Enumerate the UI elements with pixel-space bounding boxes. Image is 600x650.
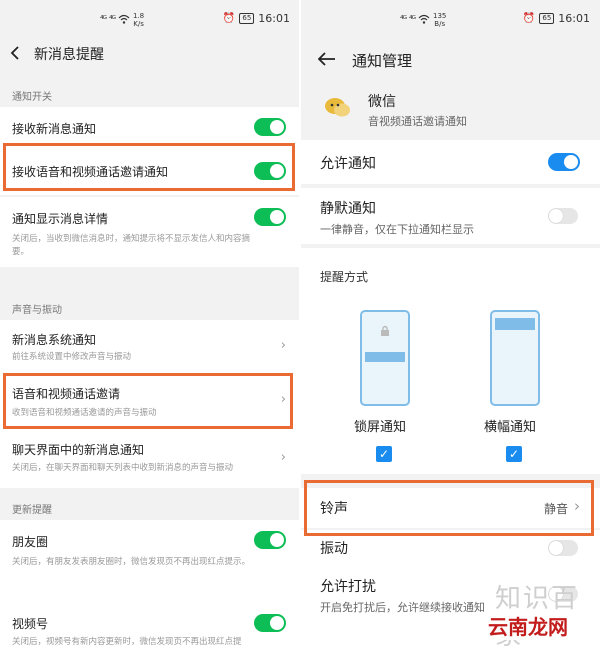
banner-label: 横幅通知	[484, 420, 537, 435]
chevron-right-icon: ›	[280, 338, 286, 353]
back-arrow-icon[interactable]	[10, 44, 30, 65]
update-card: 朋友圈 关闭后，有朋友发表朋友圈时，微信发现页不再出现红点提示。 视频号 关闭后…	[0, 520, 300, 650]
ringtone-value: 静音	[543, 502, 568, 516]
signal-icon: ⁴ᴳ	[400, 15, 407, 25]
app-bar: 通知管理	[300, 44, 600, 76]
alarm-icon: ⏰	[522, 13, 536, 24]
detail-card: 通知显示消息详情 关闭后，当收到微信消息时，通知提示将不显示发信人和内容摘要。	[0, 197, 300, 267]
row-allow-notify[interactable]: 允许通知	[300, 140, 600, 184]
net-speed: 135 B/s	[433, 12, 447, 28]
wifi-icon	[418, 14, 430, 27]
chevron-right-icon: ›	[574, 497, 580, 515]
net-speed: 1.8 K/s	[133, 12, 145, 28]
checkbox-banner[interactable]: ✓	[506, 446, 522, 462]
wifi-icon	[118, 14, 130, 27]
row-show-details[interactable]: 通知显示消息详情 关闭后，当收到微信消息时，通知提示将不显示发信人和内容摘要。	[0, 197, 300, 267]
status-bar: ⁴ᴳ ⁴ᴳ 1.8 K/s ⏰ 65 16:01	[0, 0, 300, 30]
row-voice-video-invite[interactable]: 语音和视频通话邀请 收到语音和视频通话邀请的声音与振动 ›	[0, 374, 300, 428]
alarm-icon: ⏰	[222, 13, 236, 24]
row-channels[interactable]: 视频号 关闭后，视频号有新内容更新时，微信发现页不再出现红点提	[0, 606, 300, 650]
chevron-right-icon: ›	[280, 392, 286, 407]
section-label-notify: 通知开关	[12, 92, 52, 103]
section-label-update: 更新提醒	[12, 505, 52, 516]
row-receive-messages[interactable]: 接收新消息通知	[0, 107, 300, 147]
toggle-receive-messages[interactable]	[254, 118, 286, 136]
wechat-logo-icon	[324, 96, 352, 124]
row-system-notify[interactable]: 新消息系统通知 前往系统设置中修改声音与振动 ›	[0, 320, 300, 370]
remind-label: 提醒方式	[320, 270, 369, 284]
checkbox-lock-screen[interactable]: ✓	[376, 446, 392, 462]
toggle-channels[interactable]	[254, 614, 286, 632]
row-chat-notify[interactable]: 聊天界面中的新消息通知 关闭后，在聊天界面和聊天列表中收到新消息的声音与振动 ›	[0, 432, 300, 486]
row-moments[interactable]: 朋友圈 关闭后，有朋友发表朋友圈时，微信发现页不再出现红点提示。	[0, 520, 300, 588]
toggle-silent-notify[interactable]	[548, 208, 578, 224]
row-ringtone[interactable]: 铃声 静音 ›	[300, 488, 600, 528]
app-info: 微信 音视频通话邀请通知	[300, 82, 600, 136]
page-title: 通知管理	[352, 51, 413, 70]
signal-icon: ⁴ᴳ	[409, 15, 416, 25]
row-vibrate[interactable]: 振动	[300, 530, 600, 566]
watermark-tag: 云南龙网	[485, 611, 571, 640]
clock: 16:01	[558, 12, 590, 25]
banner-illustration	[490, 310, 540, 406]
toggle-vibrate[interactable]	[548, 540, 578, 556]
app-bar: 新消息提醒	[0, 38, 300, 70]
lock-icon	[380, 322, 390, 341]
toggle-allow-notify[interactable]	[548, 153, 580, 171]
status-bar: ⁴ᴳ ⁴ᴳ 135 B/s ⏰ 65 16:01	[300, 0, 600, 30]
remind-card: 提醒方式 锁屏通知 横幅通知 ✓ ✓	[300, 248, 600, 474]
sound-card: 新消息系统通知 前往系统设置中修改声音与振动 › 语音和视频通话邀请 收到语音和…	[0, 320, 300, 488]
clock: 16:01	[258, 12, 290, 25]
left-screenshot: ⁴ᴳ ⁴ᴳ 1.8 K/s ⏰ 65 16:01 新消息提醒 通知开关 接收新消息…	[0, 0, 300, 650]
chevron-right-icon: ›	[280, 450, 286, 465]
section-label-sound: 声音与振动	[12, 305, 62, 316]
lock-screen-label: 锁屏通知	[354, 420, 407, 435]
notify-card: 接收新消息通知 接收语音和视频通话邀请通知	[0, 107, 300, 195]
toggle-show-details[interactable]	[254, 208, 286, 226]
lock-screen-illustration	[360, 310, 410, 406]
signal-icon: ⁴ᴳ	[100, 15, 107, 25]
row-silent-notify[interactable]: 静默通知 一律静音，仅在下拉通知栏显示	[300, 188, 600, 244]
battery-icon: 65	[539, 13, 555, 24]
signal-icon: ⁴ᴳ	[109, 15, 116, 25]
toggle-call-invite-notify[interactable]	[254, 162, 286, 180]
toggle-moments[interactable]	[254, 531, 286, 549]
divider	[299, 0, 301, 650]
battery-icon: 65	[239, 13, 255, 24]
page-title: 新消息提醒	[34, 47, 104, 63]
right-screenshot: ⁴ᴳ ⁴ᴳ 135 B/s ⏰ 65 16:01 通知管理 微信 音视频通话邀请…	[300, 0, 600, 650]
back-arrow-icon[interactable]	[317, 50, 344, 71]
row-call-invite-notify[interactable]: 接收语音和视频通话邀请通知	[0, 149, 300, 193]
